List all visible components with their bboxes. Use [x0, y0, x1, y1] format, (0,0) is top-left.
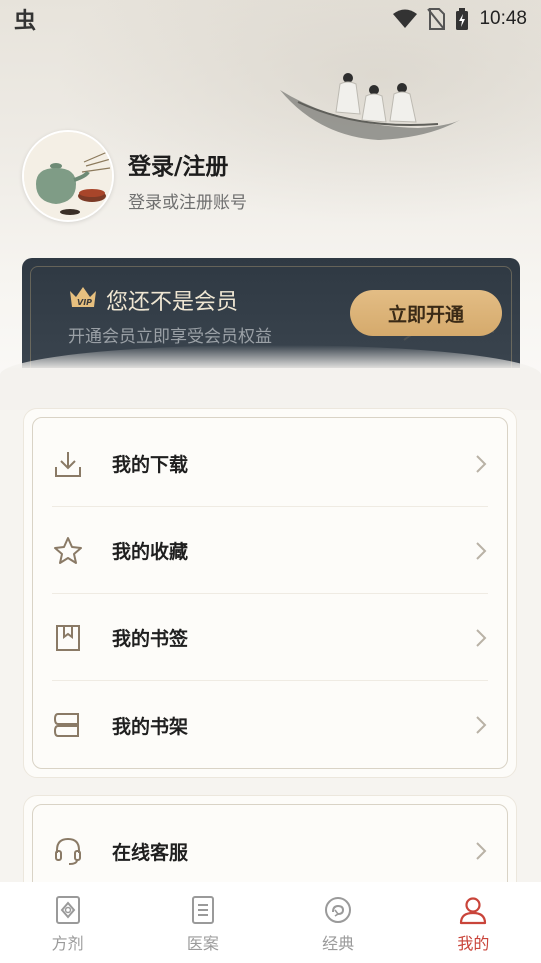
menu-item-label: 我的下载	[112, 454, 189, 476]
chevron-right-icon	[476, 716, 487, 734]
chevron-right-icon	[476, 541, 487, 560]
app-notification-icon: 虫	[14, 9, 37, 34]
activate-vip-button[interactable]: 立即开通	[350, 290, 502, 336]
menu-item-label: 我的书签	[112, 628, 189, 650]
clock: 10:48	[479, 8, 527, 29]
menu-item-label: 我的书架	[112, 715, 189, 738]
nav-tab-label: 医案	[186, 934, 219, 953]
classics-icon	[325, 897, 352, 923]
vip-status-subtitle: 开通会员立即享受会员权益	[68, 327, 272, 347]
bookmark-icon	[52, 622, 84, 654]
avatar[interactable]	[22, 130, 114, 222]
wifi-icon	[393, 9, 418, 28]
nav-tab-mine[interactable]: 我的	[406, 882, 541, 963]
battery-icon	[456, 8, 469, 30]
menu-item-label: 我的收藏	[112, 541, 189, 563]
teapot-icon	[24, 132, 112, 220]
download-icon	[52, 448, 84, 480]
chevron-right-icon	[476, 628, 487, 647]
login-register-title[interactable]: 登录/注册	[128, 147, 228, 181]
menu-item-favorites[interactable]: 我的收藏	[52, 508, 488, 594]
menu-card: 我的下载 我的收藏 我的书签 我的书架	[23, 408, 517, 778]
menu-item-bookmarks[interactable]: 我的书签	[52, 595, 488, 681]
no-sim-icon	[427, 8, 446, 30]
login-register-subtitle[interactable]: 登录或注册账号	[128, 188, 247, 213]
person-icon	[460, 897, 487, 925]
svg-text:VIP: VIP	[77, 298, 92, 307]
chevron-right-icon	[476, 842, 487, 860]
nav-tab-label: 方剂	[51, 934, 84, 953]
menu-item-downloads[interactable]: 我的下载	[52, 421, 488, 507]
vip-status-title: 您还不是会员	[106, 290, 239, 315]
prescription-icon	[55, 896, 80, 924]
chevron-right-icon	[476, 454, 487, 473]
status-bar: 虫 10:48	[0, 0, 541, 38]
nav-tab-label: 我的	[457, 934, 490, 953]
nav-tab-prescriptions[interactable]: 方剂	[0, 882, 135, 963]
menu-item-bookshelf[interactable]: 我的书架	[52, 682, 488, 768]
menu-item-label: 在线客服	[112, 841, 189, 864]
document-icon	[191, 896, 214, 924]
headset-icon	[52, 835, 84, 867]
star-icon	[52, 535, 84, 567]
boat-illustration	[280, 73, 460, 140]
nav-tab-classics[interactable]: 经典	[271, 882, 406, 963]
bottom-navigation: 方剂 医案 经典 我的	[0, 882, 541, 963]
nav-tab-label: 经典	[322, 934, 355, 953]
bookshelf-icon	[52, 709, 84, 741]
vip-crown-icon: VIP	[70, 287, 96, 307]
nav-tab-cases[interactable]: 医案	[135, 882, 270, 963]
